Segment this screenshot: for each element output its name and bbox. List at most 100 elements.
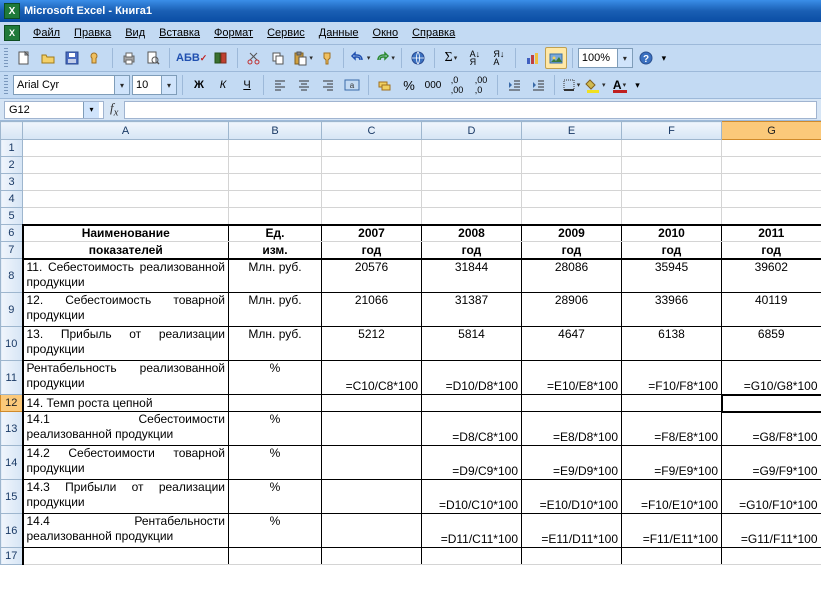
table-cell[interactable]: 13. Прибыль от реализации продукции xyxy=(23,327,229,361)
sort-desc-button[interactable]: Я↓А xyxy=(488,47,510,69)
fill-color-button[interactable]: ▾ xyxy=(584,74,607,96)
menu-file[interactable]: Файл xyxy=(26,25,67,41)
row-header[interactable]: 1 xyxy=(1,140,23,157)
italic-button[interactable]: К xyxy=(212,74,234,96)
font-size-dropdown[interactable]: ▾ xyxy=(161,76,176,94)
spelling-button[interactable]: AБВ✓ xyxy=(175,47,208,69)
table-cell[interactable]: =C10/C8*100 xyxy=(322,361,422,395)
spreadsheet-grid[interactable]: A B C D E F G 1 2 3 4 5 6 Наименование Е… xyxy=(0,121,821,565)
row-header[interactable]: 3 xyxy=(1,174,23,191)
table-cell[interactable]: 28906 xyxy=(522,293,622,327)
table-cell[interactable] xyxy=(322,480,422,514)
table-cell[interactable]: Млн. руб. xyxy=(229,293,322,327)
redo-button[interactable]: ▾ xyxy=(373,47,396,69)
format-painter-button[interactable] xyxy=(316,47,338,69)
table-cell[interactable]: =F9/E9*100 xyxy=(622,446,722,480)
row-header[interactable]: 15 xyxy=(1,480,23,514)
toolbar-handle[interactable] xyxy=(4,75,8,95)
decrease-decimal-button[interactable]: ,00,0 xyxy=(470,74,492,96)
table-cell[interactable]: 2010 xyxy=(622,225,722,242)
print-preview-button[interactable] xyxy=(142,47,164,69)
row-header[interactable]: 14 xyxy=(1,446,23,480)
cut-button[interactable] xyxy=(243,47,265,69)
table-cell[interactable]: Ед. xyxy=(229,225,322,242)
table-cell[interactable]: Млн. руб. xyxy=(229,259,322,293)
col-header-A[interactable]: A xyxy=(23,122,229,140)
col-header-C[interactable]: C xyxy=(322,122,422,140)
table-cell[interactable]: 39602 xyxy=(722,259,821,293)
autosum-button[interactable]: Σ▾ xyxy=(440,47,462,69)
table-cell[interactable]: 40119 xyxy=(722,293,821,327)
table-cell[interactable]: год xyxy=(722,242,821,259)
new-button[interactable] xyxy=(13,47,35,69)
table-cell[interactable]: Рентабельность реализованной продукции xyxy=(23,361,229,395)
row-header[interactable]: 8 xyxy=(1,259,23,293)
align-right-button[interactable] xyxy=(317,74,339,96)
align-center-button[interactable] xyxy=(293,74,315,96)
drawing-button[interactable] xyxy=(545,47,567,69)
underline-button[interactable]: Ч xyxy=(236,74,258,96)
percent-button[interactable]: % xyxy=(398,74,420,96)
table-cell[interactable]: =F8/E8*100 xyxy=(622,412,722,446)
formula-input[interactable] xyxy=(125,102,816,118)
comma-button[interactable]: 000 xyxy=(422,74,444,96)
table-cell[interactable]: 35945 xyxy=(622,259,722,293)
table-cell[interactable]: 28086 xyxy=(522,259,622,293)
row-header[interactable]: 11 xyxy=(1,361,23,395)
table-cell[interactable] xyxy=(229,395,322,412)
table-cell[interactable]: Млн. руб. xyxy=(229,327,322,361)
col-header-F[interactable]: F xyxy=(622,122,722,140)
table-cell[interactable]: 33966 xyxy=(622,293,722,327)
table-cell[interactable]: 4647 xyxy=(522,327,622,361)
table-cell[interactable]: 11. Себестоимость реализованной продукци… xyxy=(23,259,229,293)
active-cell[interactable] xyxy=(722,395,821,412)
table-cell[interactable]: 31844 xyxy=(422,259,522,293)
undo-button[interactable]: ▾ xyxy=(349,47,372,69)
table-cell[interactable]: =E8/D8*100 xyxy=(522,412,622,446)
table-cell[interactable]: 31387 xyxy=(422,293,522,327)
select-all-corner[interactable] xyxy=(1,122,23,140)
research-button[interactable] xyxy=(210,47,232,69)
table-cell[interactable]: 20576 xyxy=(322,259,422,293)
table-cell[interactable]: =D8/C8*100 xyxy=(422,412,522,446)
save-button[interactable] xyxy=(61,47,83,69)
table-cell[interactable]: 2008 xyxy=(422,225,522,242)
row-header[interactable]: 4 xyxy=(1,191,23,208)
zoom-dropdown[interactable]: ▾ xyxy=(617,49,632,67)
row-header[interactable]: 16 xyxy=(1,514,23,548)
table-cell[interactable]: =G11/F11*100 xyxy=(722,514,821,548)
table-cell[interactable] xyxy=(622,395,722,412)
workbook-icon[interactable]: X xyxy=(4,25,20,41)
table-cell[interactable]: 5814 xyxy=(422,327,522,361)
row-header[interactable]: 2 xyxy=(1,157,23,174)
table-cell[interactable]: =G9/F9*100 xyxy=(722,446,821,480)
font-size-combo[interactable]: ▾ xyxy=(132,75,177,95)
table-cell[interactable]: =D11/C11*100 xyxy=(422,514,522,548)
table-cell[interactable]: =D10/D8*100 xyxy=(422,361,522,395)
table-cell[interactable]: 14.2 Себестоимости товарной продукции xyxy=(23,446,229,480)
menu-help[interactable]: Справка xyxy=(405,25,462,41)
col-header-B[interactable]: B xyxy=(229,122,322,140)
table-cell[interactable]: =G10/G8*100 xyxy=(722,361,821,395)
name-box-dropdown[interactable]: ▾ xyxy=(83,102,99,118)
table-cell[interactable]: 14.1 Себестоимости реализованной продукц… xyxy=(23,412,229,446)
toolbar-options[interactable]: ▾ xyxy=(659,47,669,69)
font-color-button[interactable]: A▾ xyxy=(609,74,631,96)
hyperlink-button[interactable] xyxy=(407,47,429,69)
help-button[interactable]: ? xyxy=(635,47,657,69)
table-cell[interactable]: 2009 xyxy=(522,225,622,242)
table-cell[interactable]: 12. Себестоимость товарной продукции xyxy=(23,293,229,327)
fx-icon[interactable]: fx xyxy=(110,100,118,119)
table-cell[interactable] xyxy=(322,395,422,412)
row-header[interactable]: 13 xyxy=(1,412,23,446)
toolbar-handle[interactable] xyxy=(4,48,8,68)
font-input[interactable] xyxy=(14,76,114,94)
table-cell[interactable] xyxy=(322,446,422,480)
menu-tools[interactable]: Сервис xyxy=(260,25,312,41)
table-cell[interactable]: =E10/D10*100 xyxy=(522,480,622,514)
table-cell[interactable]: изм. xyxy=(229,242,322,259)
table-cell[interactable]: 21066 xyxy=(322,293,422,327)
table-cell[interactable]: показателей xyxy=(23,242,229,259)
increase-decimal-button[interactable]: ,0,00 xyxy=(446,74,468,96)
row-header[interactable]: 17 xyxy=(1,548,23,565)
